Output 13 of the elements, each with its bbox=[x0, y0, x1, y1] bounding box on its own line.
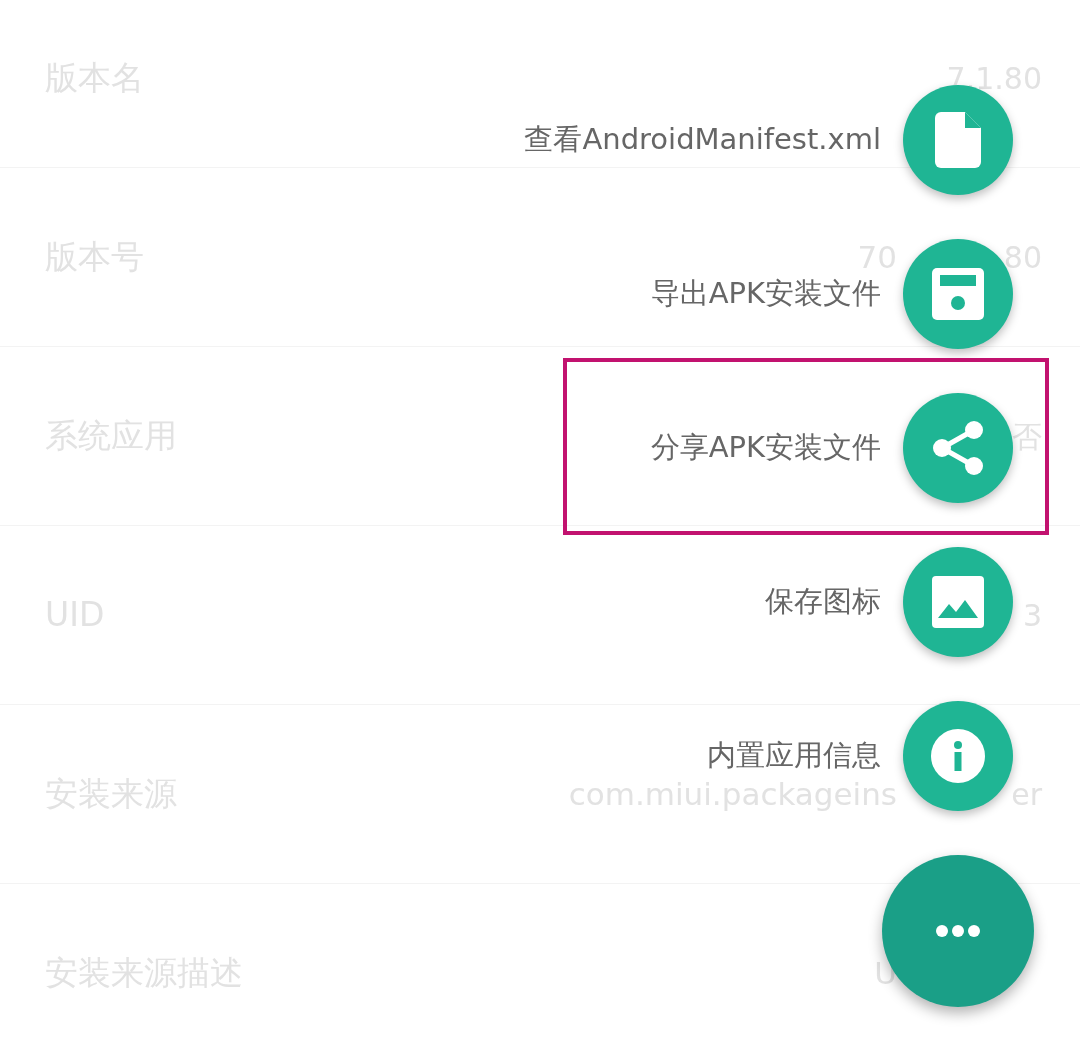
action-button[interactable] bbox=[903, 701, 1013, 811]
action-label[interactable]: 查看AndroidManifest.xml bbox=[524, 118, 881, 162]
image-icon bbox=[932, 576, 984, 628]
action-label[interactable]: 保存图标 bbox=[765, 580, 881, 624]
action-button[interactable] bbox=[903, 547, 1013, 657]
share-icon bbox=[932, 420, 984, 476]
info-icon bbox=[931, 729, 985, 783]
action-label[interactable]: 分享APK安装文件 bbox=[650, 426, 881, 470]
action-label[interactable]: 内置应用信息 bbox=[707, 734, 881, 778]
more-icon bbox=[936, 925, 980, 937]
action-button[interactable] bbox=[903, 393, 1013, 503]
action-label[interactable]: 导出APK安装文件 bbox=[650, 272, 881, 316]
document-icon bbox=[935, 112, 981, 168]
